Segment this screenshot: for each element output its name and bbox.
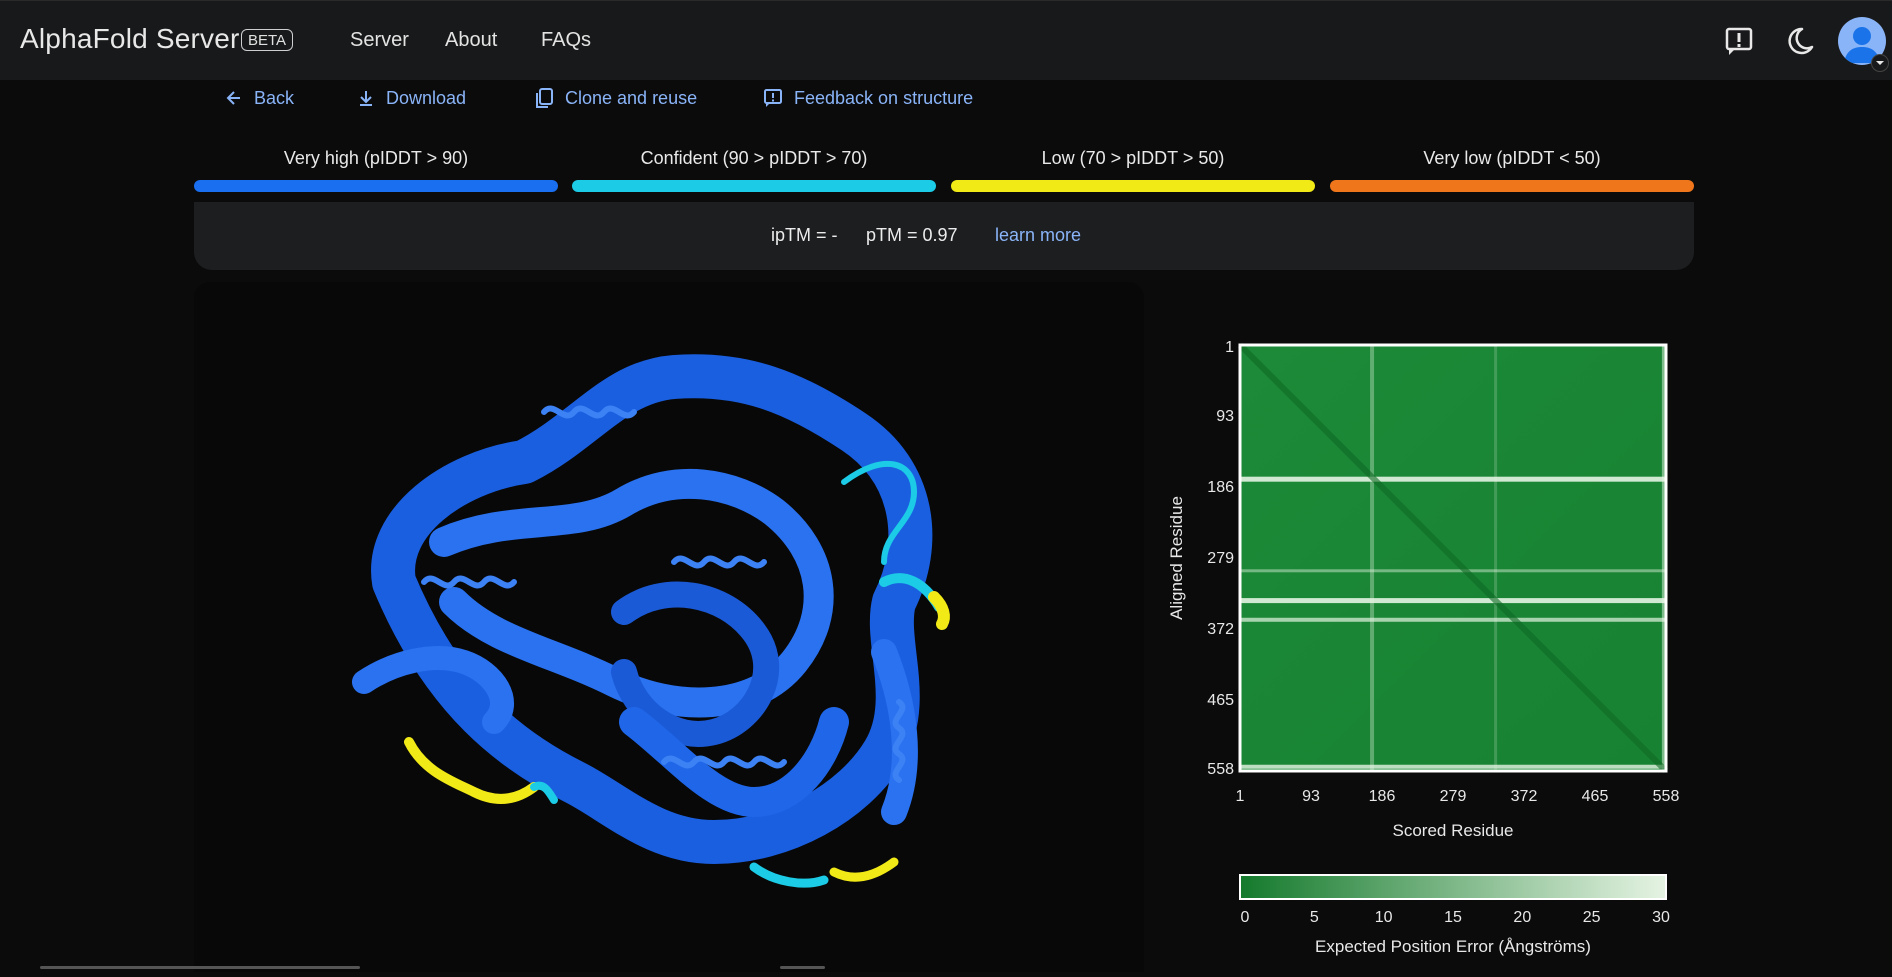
y-tick-label: 558: [1207, 761, 1234, 778]
x-axis-label: Scored Residue: [1393, 821, 1514, 840]
x-tick-label: 93: [1302, 788, 1320, 805]
dark-mode-icon[interactable]: [1782, 23, 1818, 59]
feedback-icon[interactable]: [1721, 23, 1757, 59]
pae-row-band: [1240, 617, 1666, 622]
colorbar-ticks: 0 5 10 15 20 25 30: [1241, 909, 1670, 926]
back-label: Back: [254, 87, 295, 108]
y-tick-label: 186: [1207, 479, 1234, 496]
feedback-icon: [764, 89, 782, 107]
nav-faqs[interactable]: FAQs: [541, 29, 591, 52]
y-axis-label: Aligned Residue: [1167, 496, 1186, 620]
pae-column-band: [1370, 345, 1375, 771]
pae-row-band: [1240, 476, 1666, 482]
y-tick-label: 279: [1207, 550, 1234, 567]
legend-bar-low: [951, 180, 1315, 192]
legend-bar-very-high: [194, 180, 558, 192]
y-tick-label: 93: [1216, 408, 1234, 425]
nav-server[interactable]: Server: [350, 29, 409, 52]
structure-viewer[interactable]: [194, 282, 1144, 972]
pae-chart-svg: 1 93 186 279 372 465 558 1 93 186 279 372 465 558 Al…: [1167, 339, 1680, 956]
pae-row-band: [1240, 598, 1666, 604]
top-app-bar: AlphaFold Server BETA Server About FAQs: [0, 0, 1892, 80]
iptm-score: ipTM = -: [771, 225, 838, 245]
legend-label: Confident (90 > pIDDT > 70): [640, 148, 868, 168]
colorbar-tick-label: 30: [1652, 909, 1670, 926]
colorbar-tick-label: 15: [1444, 909, 1462, 926]
pae-plot: 1 93 186 279 372 465 558 1 93 186 279 372 465 558 Al…: [1160, 330, 1720, 970]
y-tick-label: 372: [1207, 621, 1234, 638]
x-tick-label: 1: [1236, 788, 1245, 805]
pae-row-band: [1240, 569, 1666, 573]
colorbar: [1239, 874, 1667, 900]
pae-column-band: [1494, 345, 1498, 771]
x-tick-label: 465: [1582, 788, 1609, 805]
protein-structure-render: [352, 354, 950, 888]
legend-bar-confident: [572, 180, 936, 192]
horizontal-scrollbar[interactable]: [40, 966, 360, 969]
legend-very-low: Very low (pIDDT < 50): [1330, 148, 1694, 192]
colorbar-tick-label: 10: [1375, 909, 1393, 926]
clone-and-reuse-button[interactable]: Clone and reuse: [533, 86, 697, 110]
legend-confident: Confident (90 > pIDDT > 70): [572, 148, 936, 192]
app-title[interactable]: AlphaFold Server: [20, 23, 240, 55]
nav-about[interactable]: About: [445, 29, 497, 52]
feedback-on-structure-button[interactable]: Feedback on structure: [762, 86, 973, 110]
x-tick-label: 558: [1653, 788, 1680, 805]
colorbar-label: Expected Position Error (Ångströms): [1315, 937, 1591, 956]
colorbar-tick-label: 5: [1310, 909, 1319, 926]
x-tick-label: 279: [1440, 788, 1467, 805]
legend-low: Low (70 > pIDDT > 50): [951, 148, 1315, 192]
colorbar-tick-label: 25: [1583, 909, 1601, 926]
feedback-label: Feedback on structure: [794, 87, 974, 108]
colorbar-tick-label: 20: [1513, 909, 1531, 926]
download-icon: [360, 91, 372, 106]
pae-y-ticks: 1 93 186 279 372 465 558: [1207, 339, 1234, 778]
pae-x-ticks: 1 93 186 279 372 465 558: [1236, 788, 1680, 805]
learn-more-link[interactable]: learn more: [995, 225, 1081, 246]
legend-bar-very-low: [1330, 180, 1694, 192]
back-button[interactable]: Back: [224, 86, 294, 110]
download-label: Download: [386, 87, 467, 108]
download-button[interactable]: Download: [356, 86, 466, 110]
ptm-score: pTM = 0.97: [866, 225, 958, 245]
copy-icon: [536, 88, 553, 108]
clone-label: Clone and reuse: [565, 87, 698, 108]
chevron-down-icon[interactable]: [1871, 54, 1889, 72]
legend-very-high: Very high (pIDDT > 90): [194, 148, 558, 192]
legend-label: Low (70 > pIDDT > 50): [1041, 148, 1225, 168]
colorbar-tick-label: 0: [1241, 909, 1250, 926]
legend-label: Very high (pIDDT > 90): [283, 148, 469, 168]
x-tick-label: 186: [1369, 788, 1396, 805]
pae-row-band: [1240, 764, 1666, 769]
x-tick-label: 372: [1511, 788, 1538, 805]
pae-matrix: [1237, 342, 1669, 774]
arrow-back-icon: [226, 91, 240, 105]
y-tick-label: 465: [1207, 692, 1234, 709]
legend-label: Very low (pIDDT < 50): [1423, 148, 1601, 168]
horizontal-scrollbar-thumb[interactable]: [780, 966, 825, 969]
beta-badge: BETA: [241, 29, 294, 51]
y-tick-label: 1: [1225, 339, 1234, 356]
